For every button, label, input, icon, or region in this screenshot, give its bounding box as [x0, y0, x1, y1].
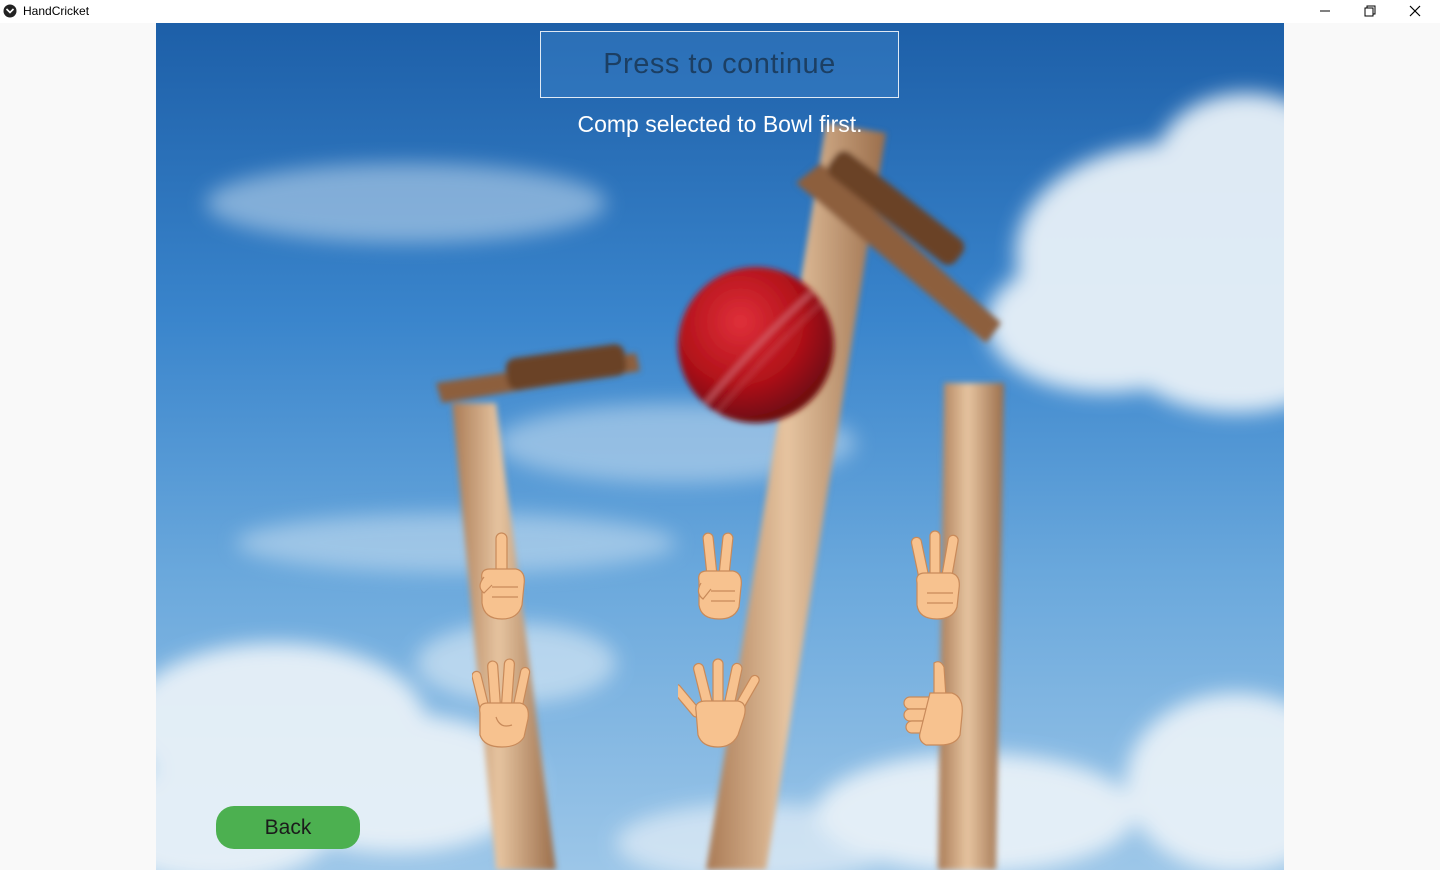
status-message: Comp selected to Bowl first. [577, 111, 863, 137]
hand-two-button[interactable] [691, 529, 747, 621]
close-icon [1409, 5, 1421, 17]
back-button[interactable]: Back [216, 806, 360, 849]
window-title: HandCricket [23, 4, 90, 18]
hand-three-icon [910, 530, 960, 620]
title-bar: HandCricket [0, 0, 1440, 23]
hand-five-icon [671, 658, 760, 748]
restore-icon [1364, 5, 1376, 17]
restore-button[interactable] [1347, 0, 1393, 23]
hand-two-icon [697, 532, 742, 620]
close-button[interactable] [1392, 0, 1438, 23]
hand-six-icon [903, 661, 963, 746]
minimize-icon [1320, 10, 1330, 12]
hand-five-button[interactable] [671, 657, 762, 749]
hand-three-button[interactable] [909, 529, 965, 621]
hand-one-button[interactable] [474, 529, 530, 621]
hand-four-icon [471, 658, 531, 748]
continue-button[interactable]: Press to continue [540, 31, 899, 98]
hand-four-button[interactable] [471, 657, 534, 749]
app-icon [3, 4, 17, 18]
hand-one-icon [479, 532, 525, 620]
minimize-button[interactable] [1302, 0, 1348, 23]
hand-six-button[interactable] [900, 657, 970, 749]
game-screen: Press to continue Comp selected to Bowl … [156, 23, 1284, 870]
